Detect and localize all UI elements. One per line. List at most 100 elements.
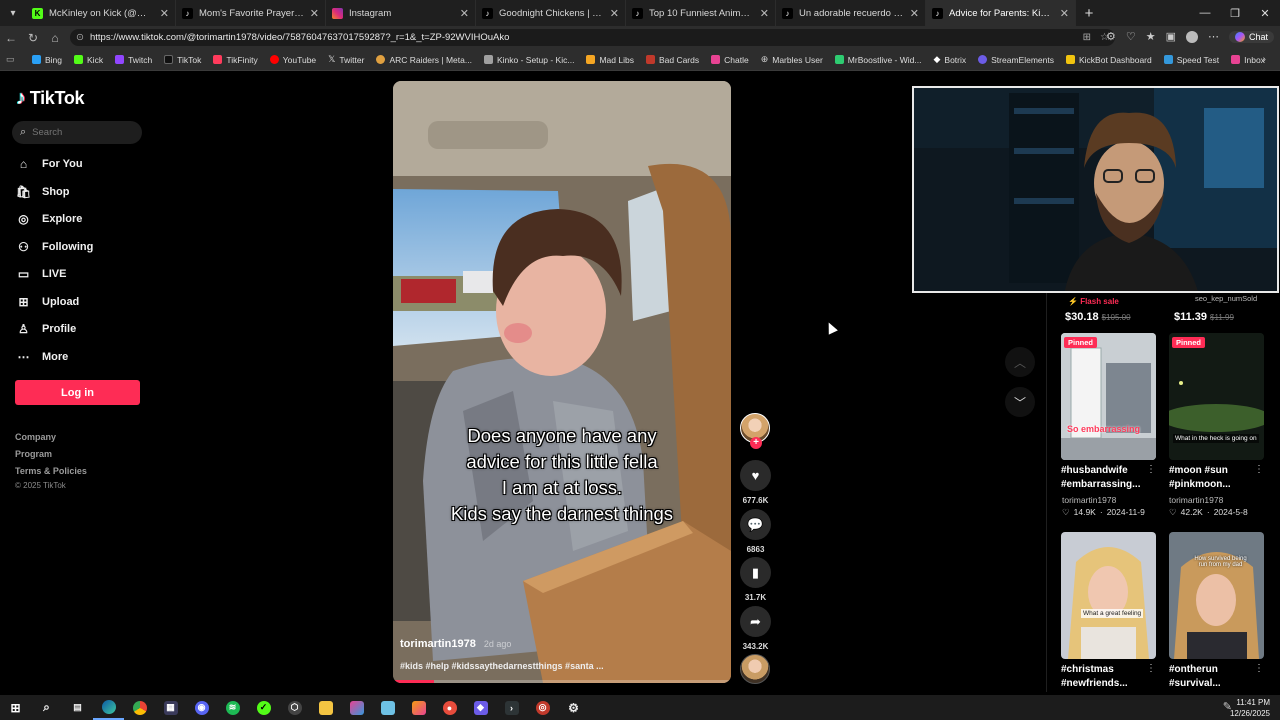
new-tab-icon[interactable]: + bbox=[1076, 0, 1102, 26]
browser-essentials-icon[interactable]: ♡ bbox=[1126, 30, 1136, 43]
bookmark[interactable]: 𝕏 Twitter bbox=[328, 54, 364, 65]
browser-tab[interactable]: ♪ Un adorable recuerdo navideño er ✕ bbox=[776, 0, 926, 26]
bookmark[interactable]: Speed Test bbox=[1163, 55, 1219, 65]
home-icon[interactable]: ⌂ bbox=[44, 31, 66, 45]
file-explorer-icon[interactable] bbox=[310, 695, 341, 720]
browser-tab[interactable]: Instagram ✕ bbox=[326, 0, 476, 26]
chrome-icon[interactable] bbox=[124, 695, 155, 720]
bookmark[interactable]: Twitch bbox=[115, 55, 152, 65]
paint-icon[interactable] bbox=[341, 695, 372, 720]
nav-live[interactable]: ▭ LIVE bbox=[16, 267, 67, 281]
more-options-icon[interactable]: ⋮ bbox=[1146, 663, 1156, 674]
site-info-icon[interactable]: ⊙ bbox=[76, 32, 84, 43]
search-input[interactable] bbox=[32, 127, 128, 138]
video-author[interactable]: torimartin1978 bbox=[1169, 495, 1223, 505]
comment-action[interactable]: 💬 6863 bbox=[740, 509, 771, 554]
bookmarks-overflow-icon[interactable]: › bbox=[1263, 54, 1266, 65]
video-author[interactable]: torimartin1978 2d ago bbox=[400, 638, 511, 650]
video-thumbnail[interactable]: Pinned What in the heck is going on bbox=[1169, 333, 1264, 460]
bookmark[interactable]: ⊕ Marbles User bbox=[761, 54, 823, 65]
product-price[interactable]: $11.39 $11.99 bbox=[1174, 311, 1234, 323]
nav-more[interactable]: ⋯ More bbox=[16, 350, 69, 364]
nav-profile[interactable]: ♙ Profile bbox=[16, 322, 76, 336]
bookmark[interactable]: YouTube bbox=[269, 55, 316, 65]
more-options-icon[interactable]: ⋮ bbox=[1254, 663, 1264, 674]
sidebar-toggle-icon[interactable]: ▭ bbox=[6, 54, 20, 65]
app-icon[interactable]: ◎ bbox=[527, 695, 558, 720]
footer-link-program[interactable]: Program bbox=[15, 449, 52, 459]
video-player[interactable]: Does anyone have any advice for this lit… bbox=[393, 81, 731, 683]
close-tab-icon[interactable]: ✕ bbox=[910, 7, 919, 20]
video-author[interactable]: torimartin1978 bbox=[1062, 495, 1116, 505]
close-tab-icon[interactable]: ✕ bbox=[460, 7, 469, 20]
tiktok-logo[interactable]: ♪ TikTok bbox=[16, 87, 85, 110]
extensions-icon[interactable]: ⚙ bbox=[1106, 30, 1116, 43]
login-button[interactable]: Log in bbox=[15, 380, 140, 405]
footer-link-company[interactable]: Company bbox=[15, 432, 56, 442]
previous-video-icon[interactable]: ︿ bbox=[1005, 347, 1035, 377]
browser-tab[interactable]: ♪ Mom's Favorite Prayer from Tallad ✕ bbox=[176, 0, 326, 26]
more-options-icon[interactable]: ⋮ bbox=[1254, 464, 1264, 475]
bookmark-icon[interactable]: ▮ bbox=[740, 557, 771, 588]
close-tab-icon[interactable]: ✕ bbox=[310, 7, 319, 20]
save-action[interactable]: ▮ 31.7K bbox=[740, 557, 771, 602]
copilot-chat-button[interactable]: Chat bbox=[1228, 30, 1274, 43]
favorites-icon[interactable]: ★ bbox=[1146, 30, 1156, 43]
browser-tab[interactable]: K McKinley on Kick (@mckinley.tv) | ✕ bbox=[26, 0, 176, 26]
app-icon[interactable]: ◆ bbox=[465, 695, 496, 720]
browser-tab-active[interactable]: ♪ Advice for Parents: Kids Say th ✕ bbox=[926, 0, 1076, 26]
follow-plus-icon[interactable]: + bbox=[750, 437, 762, 449]
video-title[interactable]: #ontherun #survival... bbox=[1169, 663, 1254, 691]
video-hashtags[interactable]: #kids #help #kidssaythedarnestthings #sa… bbox=[400, 661, 604, 671]
discord-icon[interactable]: ◉ bbox=[186, 695, 217, 720]
bookmark[interactable]: Inbox bbox=[1231, 55, 1265, 65]
record-icon[interactable]: ● bbox=[434, 695, 465, 720]
next-video-icon[interactable]: ﹀ bbox=[1005, 387, 1035, 417]
back-icon[interactable]: ← bbox=[0, 31, 22, 45]
nav-for-you[interactable]: ⌂ For You bbox=[16, 157, 83, 171]
bookmark[interactable]: MrBoostlive - Wid... bbox=[834, 55, 921, 65]
spotify-icon[interactable]: ≋ bbox=[217, 695, 248, 720]
nav-explore[interactable]: ◎ Explore bbox=[16, 212, 82, 226]
bookmark[interactable]: KickBot Dashboard bbox=[1065, 55, 1152, 65]
app-available-icon[interactable]: ⊞ bbox=[1083, 32, 1091, 43]
like-action[interactable]: ♥ 677.6K bbox=[740, 460, 771, 505]
settings-more-icon[interactable]: ⋯ bbox=[1208, 30, 1219, 43]
kick-icon[interactable]: ✓ bbox=[248, 695, 279, 720]
bookmark[interactable]: Chatle bbox=[711, 55, 749, 65]
close-window-icon[interactable]: ✕ bbox=[1250, 0, 1280, 26]
notepad-icon[interactable] bbox=[372, 695, 403, 720]
task-view-icon[interactable]: ▤ bbox=[62, 695, 93, 720]
close-tab-icon[interactable]: ✕ bbox=[1060, 7, 1069, 20]
share-icon[interactable]: ➦ bbox=[740, 606, 771, 637]
music-disc-avatar[interactable] bbox=[740, 654, 770, 684]
product-price[interactable]: $30.18 $105.00 bbox=[1065, 311, 1131, 323]
close-tab-icon[interactable]: ✕ bbox=[610, 7, 619, 20]
bookmark[interactable]: TikTok bbox=[164, 55, 201, 65]
video-thumbnail[interactable]: What a great feeling bbox=[1061, 532, 1156, 659]
start-icon[interactable]: ⊞ bbox=[0, 695, 31, 720]
nav-upload[interactable]: ⊞ Upload bbox=[16, 295, 79, 309]
bookmark[interactable]: Bad Cards bbox=[645, 55, 699, 65]
bookmark[interactable]: Mad Libs bbox=[586, 55, 634, 65]
refresh-icon[interactable]: ↻ bbox=[22, 31, 44, 45]
search-icon[interactable]: ⌕ bbox=[31, 695, 62, 720]
bookmark[interactable]: ARC Raiders | Meta... bbox=[376, 55, 472, 65]
author-name[interactable]: torimartin1978 bbox=[400, 638, 476, 650]
profile-avatar-icon[interactable] bbox=[1185, 30, 1198, 43]
collections-icon[interactable]: ▣ bbox=[1166, 30, 1176, 43]
bookmark[interactable]: Bing bbox=[32, 55, 62, 65]
bookmark[interactable]: ◆ Botrix bbox=[933, 54, 966, 65]
maximize-icon[interactable]: ❐ bbox=[1220, 0, 1250, 26]
photos-icon[interactable] bbox=[403, 695, 434, 720]
comment-icon[interactable]: 💬 bbox=[740, 509, 771, 540]
nav-shop[interactable]: 🛍 Shop bbox=[16, 185, 70, 199]
edge-icon[interactable] bbox=[93, 695, 124, 720]
video-title[interactable]: #christmas #newfriends... bbox=[1061, 663, 1146, 691]
system-clock[interactable]: 11:41 PM 12/26/2025 bbox=[1230, 697, 1270, 719]
video-title[interactable]: #moon #sun #pinkmoon... bbox=[1169, 464, 1254, 492]
bookmark[interactable]: TikFinity bbox=[213, 55, 258, 65]
obs-icon[interactable]: ⬡ bbox=[279, 695, 310, 720]
bookmark[interactable]: Kick bbox=[74, 55, 103, 65]
url-field[interactable]: ⊙ https://www.tiktok.com/@torimartin1978… bbox=[70, 29, 1115, 46]
